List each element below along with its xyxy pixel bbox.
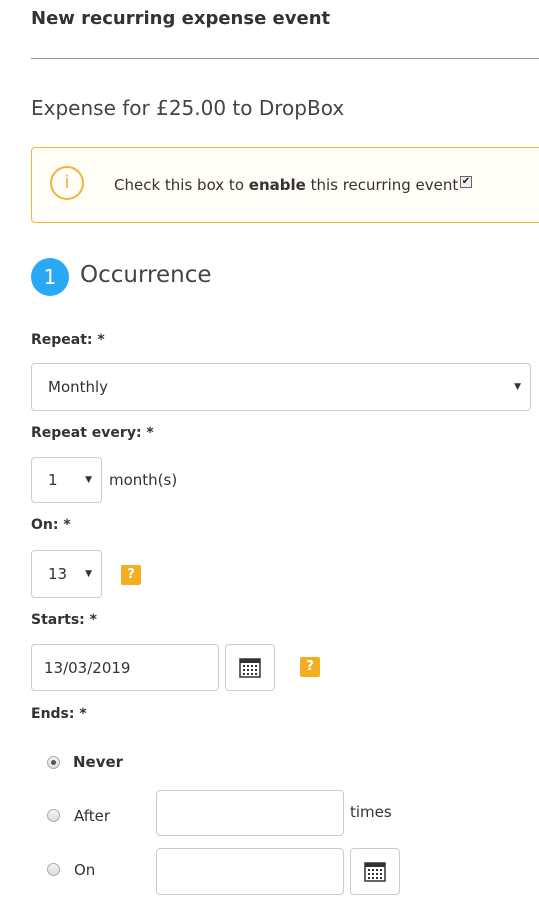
repeat-every-value: 1 — [48, 471, 58, 489]
repeat-every-select[interactable]: 1 ▼ — [31, 457, 102, 503]
ends-label: Ends: * — [31, 706, 87, 722]
ends-after-count-input[interactable] — [156, 790, 344, 836]
ends-never-radio[interactable] — [47, 756, 60, 769]
start-date-value: 13/03/2019 — [44, 658, 131, 677]
notice-text-after: this recurring event — [305, 176, 459, 194]
ends-after-radio[interactable] — [47, 809, 60, 822]
on-day-value: 13 — [48, 565, 68, 583]
start-date-calendar-button[interactable] — [225, 644, 275, 691]
enable-notice: i Check this box to enable this recurrin… — [31, 147, 539, 223]
repeat-label: Repeat: * — [31, 332, 105, 348]
ends-after-label: After — [74, 807, 111, 825]
ends-after-unit: times — [350, 803, 392, 821]
repeat-every-label: Repeat every: * — [31, 425, 154, 441]
ends-on-date-input[interactable] — [156, 848, 344, 895]
ends-never-label: Never — [73, 753, 124, 771]
repeat-every-unit: month(s) — [109, 471, 178, 489]
starts-label: Starts: * — [31, 612, 97, 628]
chevron-down-icon: ▼ — [514, 382, 521, 392]
step-number-badge: 1 — [31, 258, 69, 296]
notice-text: Check this box to enable this recurring … — [114, 176, 458, 194]
chevron-down-icon: ▼ — [85, 569, 92, 579]
on-day-select[interactable]: 13 ▼ — [31, 550, 102, 598]
help-icon[interactable]: ? — [300, 657, 320, 677]
notice-text-before: Check this box to — [114, 176, 249, 194]
calendar-icon — [364, 861, 386, 882]
repeat-select[interactable]: Monthly ▼ — [31, 363, 531, 411]
radio-selected-dot — [51, 760, 56, 765]
help-icon[interactable]: ? — [121, 565, 141, 585]
notice-text-bold: enable — [248, 176, 306, 194]
expense-summary: Expense for £25.00 to DropBox — [31, 96, 345, 120]
on-day-label: On: * — [31, 517, 71, 533]
repeat-select-value: Monthly — [48, 378, 109, 396]
calendar-icon — [239, 657, 261, 678]
info-icon: i — [50, 166, 84, 200]
ends-on-calendar-button[interactable] — [350, 848, 400, 895]
start-date-input[interactable]: 13/03/2019 — [31, 644, 219, 691]
chevron-down-icon: ▼ — [85, 475, 92, 485]
enable-checkbox[interactable]: ✔ — [460, 176, 472, 188]
title-divider — [31, 58, 539, 59]
page-title: New recurring expense event — [31, 8, 331, 29]
ends-on-radio[interactable] — [47, 863, 60, 876]
step-title: Occurrence — [80, 262, 212, 288]
ends-on-label: On — [74, 861, 96, 879]
